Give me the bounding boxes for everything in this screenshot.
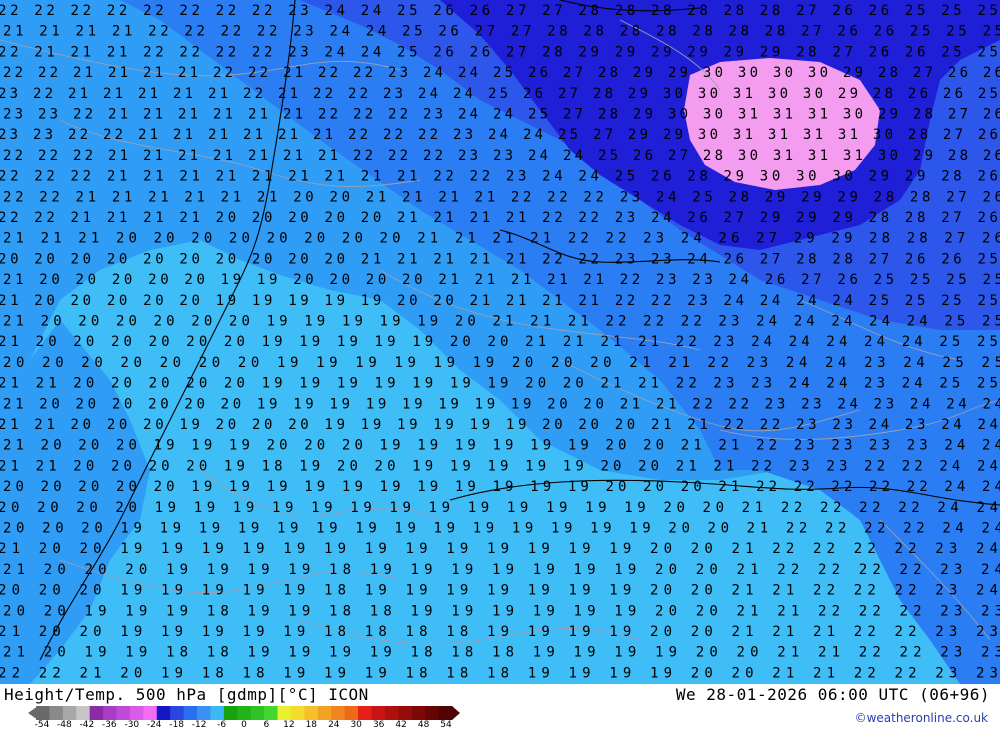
scale-swatch [36,706,51,720]
scale-swatch [210,706,225,720]
scale-swatch [103,706,118,720]
scale-tick-label: -18 [169,720,185,730]
scale-tick-label: 0 [241,720,247,730]
contour-label-row: 21 21 20 20 20 19 20 20 20 19 19 19 19 1… [0,417,998,433]
contour-label-row: 21 20 20 20 20 20 19 19 19 19 19 20 20 2… [0,293,998,309]
scale-swatch [411,706,426,720]
scale-swatch [304,706,319,720]
contour-label-row: 20 20 20 20 20 20 20 19 19 19 19 19 19 2… [3,355,1000,371]
scale-arrow-right [452,706,460,720]
scale-tick-label: 42 [395,720,407,730]
scale-tick-label: -24 [146,720,162,730]
scale-swatch [384,706,399,720]
scale-swatch [250,706,265,720]
contour-label-row: 21 20 20 20 20 20 19 19 20 20 20 20 21 2… [3,272,1000,288]
contour-label-row: 21 20 20 20 20 20 20 19 19 19 19 19 19 1… [3,396,1000,412]
scale-swatch [183,706,198,720]
scale-swatch [223,706,238,720]
scale-tick-label: -30 [124,720,140,730]
scale-swatch [290,706,305,720]
scale-swatch [317,706,332,720]
scale-swatch [264,706,279,720]
scale-swatch [331,706,346,720]
scale-tick-label: 54 [440,720,452,730]
scale-swatch [425,706,440,720]
scale-tick-label: 48 [417,720,430,730]
map-title: Height/Temp. 500 hPa [gdmp][°C] ICON [4,685,369,704]
contour-label-row: 21 21 21 21 22 22 22 22 23 24 24 25 26 2… [3,24,1000,40]
scale-swatch [371,706,386,720]
contour-label-row: 22 22 21 21 21 21 21 21 20 20 21 21 21 2… [3,189,1000,205]
copyright-link[interactable]: ©weatheronline.co.uk [855,711,988,725]
contour-label-row: 20 20 20 20 20 20 20 20 20 20 21 21 21 2… [0,251,998,267]
scale-tick-label: -12 [191,720,207,730]
scale-swatch [197,706,212,720]
color-scale-ticks: -54 -48 -42 -36 -30 -24 -18 -12 -6 0 6 12 18 24 30 36 42… [28,720,460,732]
scale-tick-label: 18 [305,720,318,730]
scale-swatch [438,706,453,720]
valid-time: We 28-01-2026 06:00 UTC (06+96) [675,685,990,704]
scale-swatch [237,706,252,720]
contour-label-row: 20 20 20 20 19 19 19 19 19 19 19 19 19 1… [0,500,998,516]
scale-swatch [89,706,104,720]
scale-swatch [62,706,77,720]
scale-swatch [116,706,131,720]
scale-tick-label: -42 [79,720,95,730]
contour-label-row: 22 22 22 21 21 21 21 21 21 21 21 21 22 2… [0,169,998,185]
scale-swatch [358,706,373,720]
scale-tick-label: 24 [328,720,340,730]
scale-tick-label: 30 [350,720,362,730]
scale-swatch [344,706,359,720]
temperature-map: 22 22 22 22 22 22 22 22 23 24 24 25 26 2… [0,0,1000,684]
scale-tick-label: -36 [101,720,117,730]
scale-swatch [49,706,64,720]
scale-swatch [398,706,413,720]
scale-swatch [143,706,158,720]
scale-swatch [170,706,185,720]
contour-label-row: 22 22 21 21 21 21 20 20 20 20 20 21 21 2… [0,210,998,226]
scale-swatch [277,706,292,720]
scale-tick-label: -48 [57,720,72,730]
map-footer: Height/Temp. 500 hPa [gdmp][°C] ICON We … [0,684,1000,733]
scale-swatch [76,706,91,720]
color-scale-bar [28,706,460,720]
contour-label-row: 20 20 20 19 19 19 19 19 19 19 19 19 19 1… [3,521,1000,537]
scale-tick-label: 6 [263,720,270,730]
scale-swatch [129,706,144,720]
scale-tick-label: -54 [34,720,50,730]
contour-label-row: 22 22 22 22 22 22 22 22 23 24 24 25 26 2… [0,3,998,19]
scale-swatch [156,706,171,720]
scale-tick-label: -6 [217,720,227,730]
contour-label-row: 22 21 21 21 22 22 22 22 23 24 24 25 26 2… [0,44,998,60]
scale-tick-label: 12 [283,720,295,730]
scale-tick-label: 36 [372,720,385,730]
